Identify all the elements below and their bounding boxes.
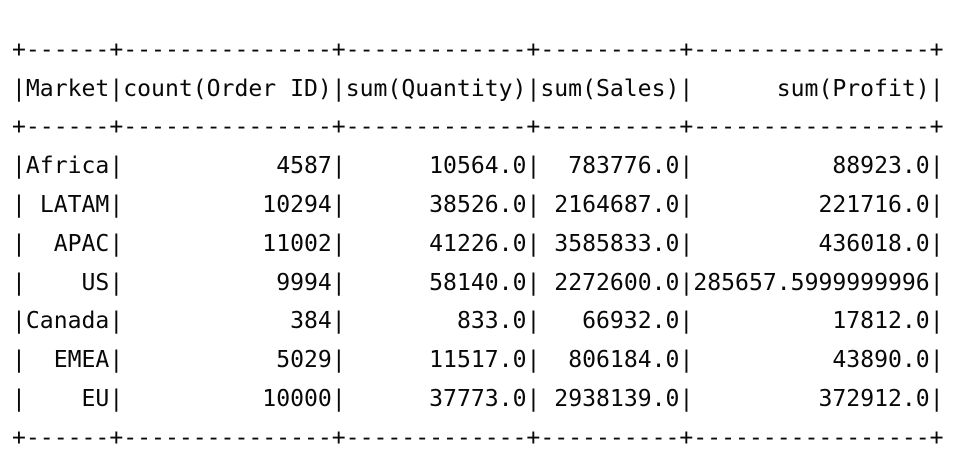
table-row: |Canada| 384| 833.0| 66932.0| 17812.0|	[12, 308, 944, 335]
table-cell: LATAM	[39, 191, 110, 218]
table-cell: 5029	[276, 347, 332, 374]
table-cell: Africa	[25, 153, 110, 180]
table-row: | US| 9994| 58140.0| 2272600.0|285657.59…	[12, 269, 944, 296]
column-header: Market	[25, 75, 110, 102]
table-cell: 11002	[262, 230, 332, 257]
table-cell: 3585833.0	[554, 230, 680, 257]
table-row: | APAC| 11002| 41226.0| 3585833.0| 43601…	[12, 230, 944, 257]
table-cell: 9994	[276, 269, 332, 296]
table-cell: 10294	[262, 191, 332, 218]
table-cell: 10564.0	[429, 153, 527, 180]
column-header: sum(Sales)	[540, 75, 680, 102]
table-cell: 11517.0	[429, 347, 527, 374]
column-header: sum(Profit)	[776, 75, 930, 102]
table-cell: 833.0	[456, 308, 527, 335]
table-cell: Canada	[25, 308, 110, 335]
table-row: | LATAM| 10294| 38526.0| 2164687.0| 2217…	[12, 191, 944, 218]
table-cell: 10000	[262, 385, 332, 412]
table-row: |Africa| 4587| 10564.0| 783776.0| 88923.…	[12, 153, 944, 180]
table-header-separator: +------+---------------+-------------+--…	[12, 114, 944, 141]
table-cell: 221716.0	[818, 191, 930, 218]
table-cell: 783776.0	[568, 153, 680, 180]
table-cell: 372912.0	[818, 385, 930, 412]
table-cell: APAC	[53, 230, 110, 257]
table-cell: EMEA	[53, 347, 110, 374]
table-cell: EU	[81, 385, 110, 412]
table-header-row: |Market|count(Order ID)|sum(Quantity)|su…	[12, 75, 944, 102]
table-cell: 436018.0	[818, 230, 930, 257]
table-cell: 285657.5999999996	[693, 269, 930, 296]
table-cell: 37773.0	[429, 385, 527, 412]
column-header: sum(Quantity)	[345, 75, 527, 102]
table-cell: 43890.0	[832, 347, 930, 374]
table-cell: 2164687.0	[554, 191, 680, 218]
table-cell: 2272600.0	[554, 269, 680, 296]
table-cell: 38526.0	[429, 191, 527, 218]
column-header: count(Order ID)	[123, 75, 332, 102]
table-cell: 88923.0	[832, 153, 930, 180]
table-row: | EU| 10000| 37773.0| 2938139.0| 372912.…	[12, 385, 944, 412]
table-top-border: +------+---------------+-------------+--…	[12, 36, 944, 63]
table-cell: 66932.0	[582, 308, 680, 335]
table-cell: 384	[290, 308, 332, 335]
table-cell: US	[81, 269, 110, 296]
table-cell: 2938139.0	[554, 385, 680, 412]
table-cell: 17812.0	[832, 308, 930, 335]
table-row: | EMEA| 5029| 11517.0| 806184.0| 43890.0…	[12, 347, 944, 374]
table-cell: 41226.0	[429, 230, 527, 257]
table-cell: 4587	[276, 153, 332, 180]
console-output: +------+---------------+-------------+--…	[12, 0, 944, 458]
table-cell: 806184.0	[568, 347, 680, 374]
table-cell: 58140.0	[429, 269, 527, 296]
